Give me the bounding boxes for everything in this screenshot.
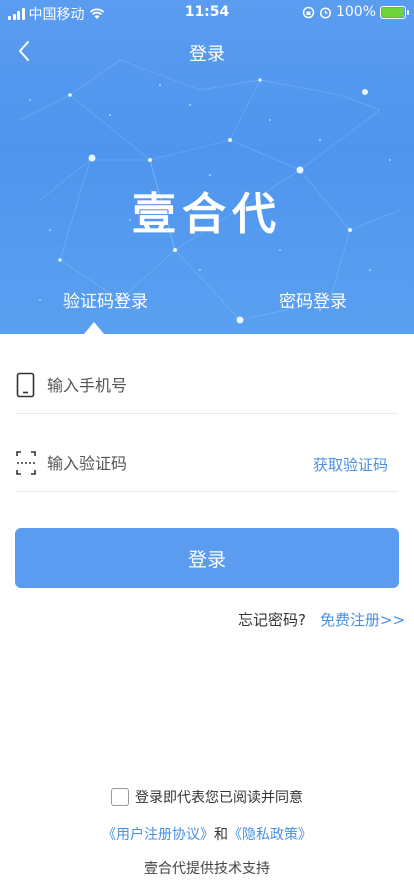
get-code-button[interactable]: 获取验证码 [313, 454, 388, 475]
battery-percent: 100% [335, 4, 376, 20]
phone-input[interactable] [47, 370, 307, 400]
status-bar: 中国移动 11:54 100% [0, 0, 414, 26]
agreement-links: 《用户注册协议》和《隐私政策》 [0, 824, 414, 844]
phone-field [16, 354, 398, 414]
code-input[interactable] [47, 448, 307, 478]
alarm-icon [319, 6, 332, 19]
tab-sms-login[interactable]: 验证码登录 [63, 287, 148, 312]
agreement-and: 和 [214, 827, 228, 843]
battery-charging-icon [380, 5, 409, 19]
phone-icon [16, 372, 35, 398]
user-agreement-link[interactable]: 《用户注册协议》 [102, 827, 214, 843]
status-right: 100% [302, 4, 409, 20]
active-tab-indicator [84, 322, 104, 334]
nav-bar: 登录 [0, 28, 414, 74]
privacy-policy-link[interactable]: 《隐私政策》 [228, 827, 312, 843]
tech-support-text: 壹合代提供技术支持 [144, 861, 270, 877]
register-link[interactable]: 免费注册>> [320, 609, 405, 630]
agreement-row: 登录即代表您已阅读并同意 [0, 787, 414, 807]
tab-password-login[interactable]: 密码登录 [279, 287, 347, 312]
agreement-text: 登录即代表您已阅读并同意 [135, 790, 303, 806]
agreement-checkbox[interactable] [111, 788, 129, 806]
login-button[interactable]: 登录 [15, 528, 399, 588]
brand-name: 壹合代 [132, 189, 282, 240]
rotation-lock-icon [302, 6, 315, 18]
verification-code-icon [16, 451, 36, 475]
code-field: 获取验证码 [16, 432, 398, 492]
page-title: 登录 [189, 44, 225, 65]
hero-banner: 中国移动 11:54 100% 登录 壹合代 验证码登录 密码登录 [0, 0, 414, 334]
forgot-password-link[interactable]: 忘记密码? [238, 609, 306, 630]
